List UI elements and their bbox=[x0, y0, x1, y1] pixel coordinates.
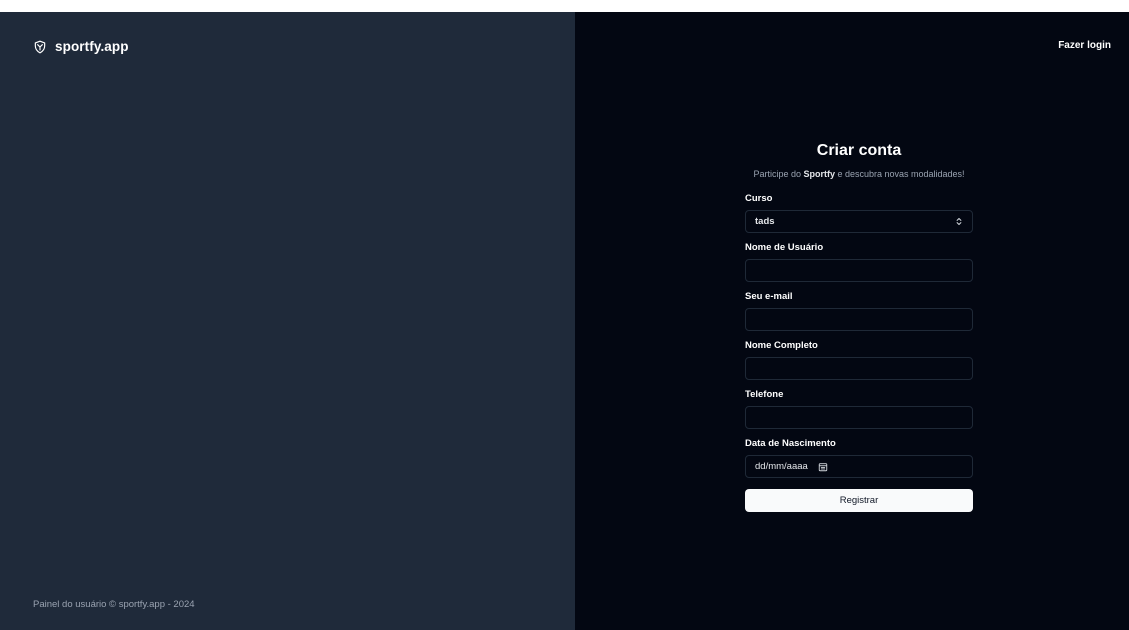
subtitle-brand: Sportfy bbox=[803, 169, 835, 179]
subtitle-text-end: e descubra novas modalidades! bbox=[834, 169, 965, 179]
birth-date-label: Data de Nascimento bbox=[745, 438, 836, 449]
brand-panel: sportfy.app Painel do usuário © sportfy.… bbox=[0, 12, 575, 630]
birth-date-placeholder: dd/mm/aaaa bbox=[755, 461, 808, 472]
course-select-value: tads bbox=[755, 216, 775, 227]
phone-input[interactable] bbox=[745, 406, 973, 429]
email-label: Seu e-mail bbox=[745, 291, 793, 302]
username-field: Nome de Usuário bbox=[745, 242, 973, 282]
app-frame: sportfy.app Painel do usuário © sportfy.… bbox=[0, 12, 1129, 630]
brand-name: sportfy.app bbox=[55, 39, 129, 54]
register-button[interactable]: Registrar bbox=[745, 489, 973, 512]
username-input[interactable] bbox=[745, 259, 973, 282]
birth-date-input[interactable]: dd/mm/aaaa bbox=[745, 455, 973, 478]
brand-logo[interactable]: sportfy.app bbox=[33, 39, 129, 54]
course-select[interactable]: tads bbox=[745, 210, 973, 233]
full-name-field: Nome Completo bbox=[745, 340, 973, 380]
form-title: Criar conta bbox=[816, 142, 902, 159]
email-input[interactable] bbox=[745, 308, 973, 331]
subtitle-text-start: Participe do bbox=[753, 169, 804, 179]
chevron-updown-icon bbox=[956, 217, 962, 226]
login-link[interactable]: Fazer login bbox=[1058, 40, 1111, 51]
phone-label: Telefone bbox=[745, 389, 784, 400]
signup-form: Criar conta Participe do Sportfy e descu… bbox=[745, 142, 973, 512]
calendar-icon[interactable] bbox=[818, 462, 828, 472]
form-subtitle: Participe do Sportfy e descubra novas mo… bbox=[745, 169, 973, 179]
birth-date-field: Data de Nascimento dd/mm/aaaa bbox=[745, 438, 973, 478]
course-label: Curso bbox=[745, 193, 773, 204]
email-field: Seu e-mail bbox=[745, 291, 973, 331]
shield-logo-icon bbox=[34, 40, 46, 53]
full-name-label: Nome Completo bbox=[745, 340, 818, 351]
course-field: Curso tads bbox=[745, 193, 973, 233]
footer-text: Painel do usuário © sportfy.app - 2024 bbox=[33, 599, 195, 610]
signup-panel: Fazer login Criar conta Participe do Spo… bbox=[575, 12, 1129, 630]
full-name-input[interactable] bbox=[745, 357, 973, 380]
phone-field: Telefone bbox=[745, 389, 973, 429]
username-label: Nome de Usuário bbox=[745, 242, 824, 253]
